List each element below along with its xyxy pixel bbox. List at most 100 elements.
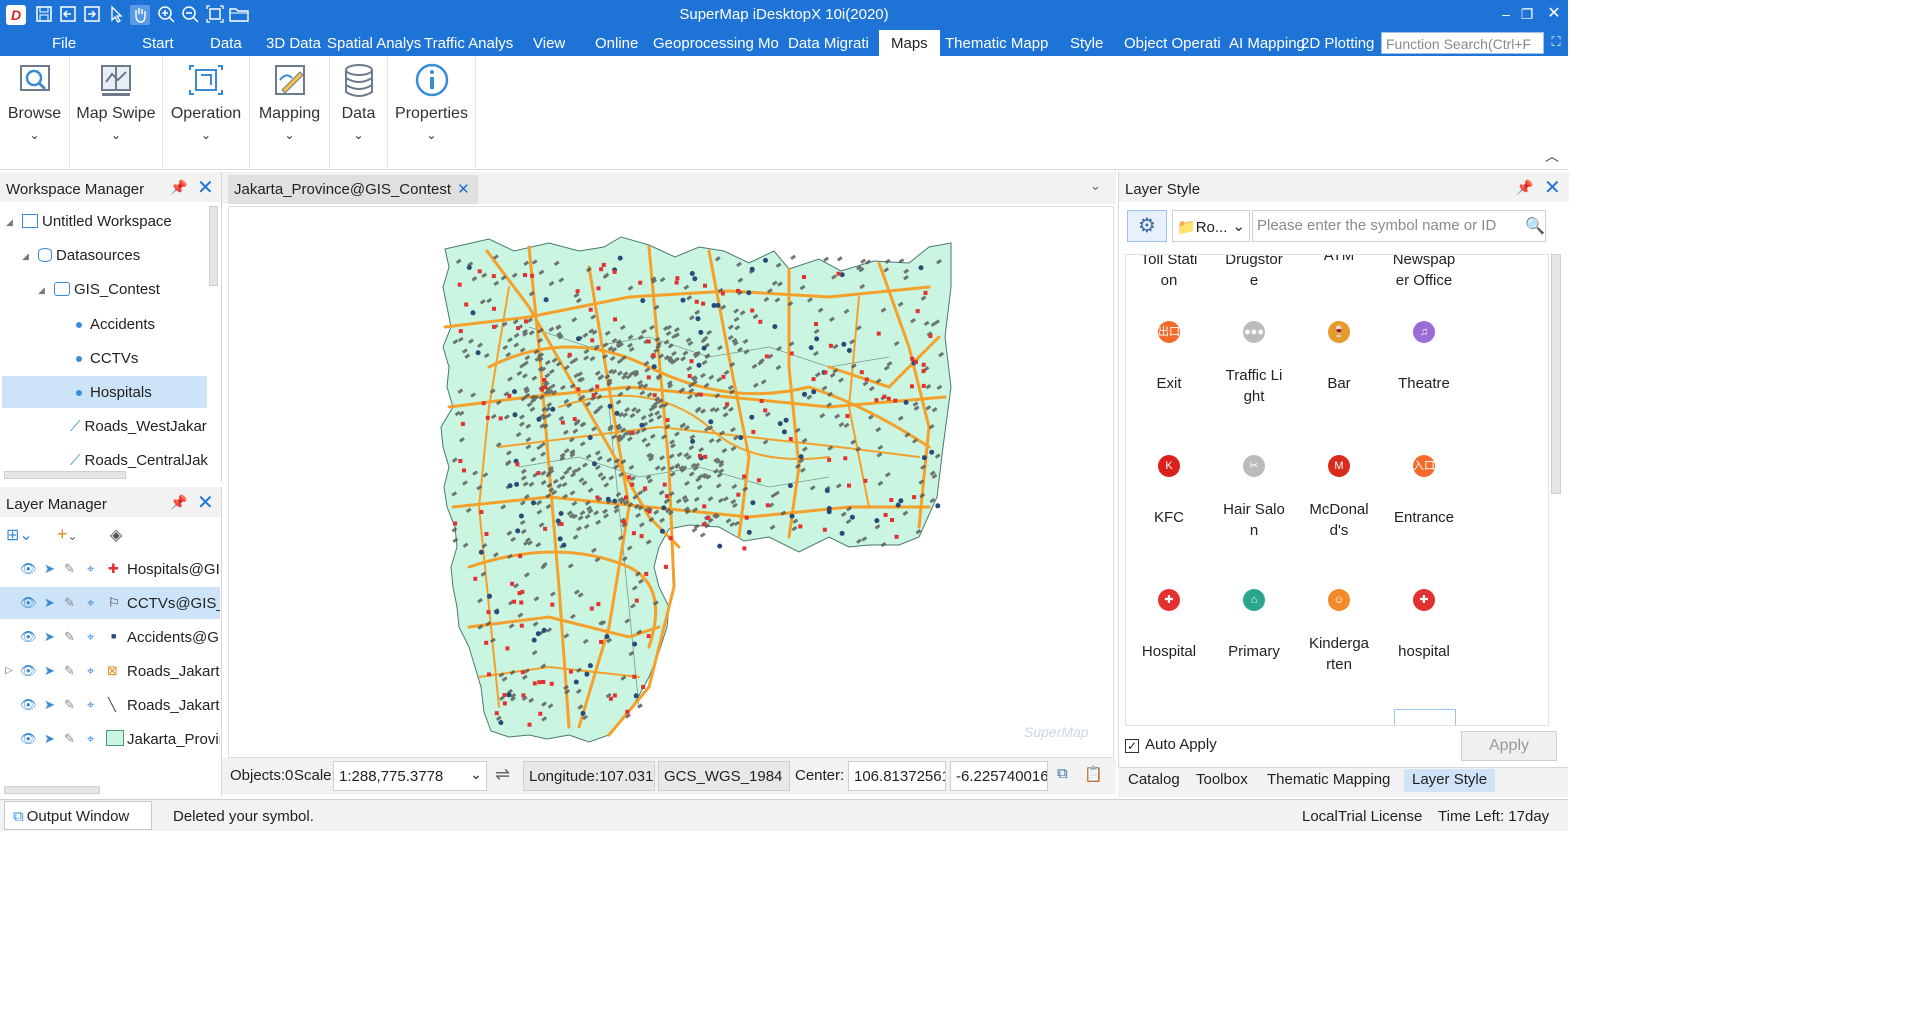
symbol-label[interactable]: ATM (1296, 255, 1382, 266)
visible-eye-icon[interactable]: 👁 (20, 561, 37, 577)
expand-arrow-icon[interactable]: ▷ (5, 665, 13, 676)
restore-icon[interactable]: ❐ (1516, 4, 1538, 24)
menu-style[interactable]: Style (1070, 35, 1103, 52)
editable-icon[interactable]: ✎ (64, 663, 75, 679)
symbol-icon[interactable]: ✚ (1158, 589, 1180, 611)
symbol-label[interactable]: Primary (1211, 641, 1297, 662)
symbol-icon[interactable]: 入口 (1413, 455, 1435, 477)
close-window-icon[interactable]: ✕ (1543, 4, 1565, 24)
swap-icon[interactable]: ⇌ (495, 764, 510, 785)
mapping-button[interactable]: Mapping ⌄ (250, 56, 330, 168)
tree-item-datasource[interactable]: GIS_Contest (54, 281, 160, 298)
layer-row[interactable]: 👁 ➤ ✎ ⌖ Jakarta_Provin (0, 723, 220, 755)
symbol-icon[interactable]: 🍷 (1328, 321, 1350, 343)
snap-icon[interactable]: ⌖ (87, 595, 94, 611)
snap-icon[interactable]: ⌖ (87, 663, 94, 679)
map-swipe-button[interactable]: Map Swipe ⌄ (70, 56, 163, 168)
tab-catalog[interactable]: Catalog (1128, 771, 1180, 788)
close-icon[interactable]: ✕ (197, 493, 214, 513)
symbol-label[interactable]: Toll Stati on (1126, 255, 1212, 291)
tree-item-dataset[interactable]: Accidents (76, 316, 155, 333)
symbol-icon[interactable]: ●●● (1243, 321, 1265, 343)
editable-icon[interactable]: ✎ (64, 561, 75, 577)
symbol-label[interactable]: Kinderga rten (1296, 633, 1382, 675)
snap-icon[interactable]: ⌖ (87, 561, 94, 577)
layers-icon[interactable]: ◈ (110, 525, 122, 545)
symbol-icon[interactable]: ✂ (1243, 455, 1265, 477)
menu-2d-plotting[interactable]: 2D Plotting (1301, 35, 1374, 52)
vertical-scrollbar[interactable] (209, 206, 218, 286)
selectable-icon[interactable]: ➤ (44, 595, 55, 611)
symbol-icon[interactable]: 出口 (1158, 321, 1180, 343)
selectable-icon[interactable]: ➤ (44, 629, 55, 645)
tab-layer-style[interactable]: Layer Style (1404, 769, 1496, 792)
selectable-icon[interactable]: ➤ (44, 731, 55, 747)
menu-3d-data[interactable]: 3D Data (266, 35, 321, 52)
symbol-icon[interactable]: M (1328, 455, 1350, 477)
pin-icon[interactable]: 📌 (170, 179, 187, 196)
symbol-label[interactable]: Theatre (1381, 373, 1467, 394)
horizontal-scrollbar[interactable] (4, 471, 126, 479)
menu-object-operations[interactable]: Object Operati (1124, 35, 1221, 52)
visible-eye-icon[interactable]: 👁 (20, 629, 37, 645)
close-icon[interactable]: ✕ (1544, 178, 1561, 198)
symbol-label[interactable]: McDonal d's (1296, 499, 1382, 541)
editable-icon[interactable]: ✎ (64, 731, 75, 747)
menu-file[interactable]: File (52, 35, 76, 52)
symbol-icon[interactable]: ⌂ (1243, 589, 1265, 611)
symbol-search-input[interactable]: Please enter the symbol name or ID (1252, 210, 1546, 242)
add-icon[interactable]: +⌄ (57, 524, 78, 545)
copy-icon[interactable]: ⧉ (1057, 765, 1068, 782)
snap-icon[interactable]: ⌖ (87, 697, 94, 713)
symbol-label[interactable]: KFC (1126, 507, 1212, 528)
data-button[interactable]: Data ⌄ (330, 56, 388, 168)
symbol-label[interactable]: Bar (1296, 373, 1382, 394)
properties-button[interactable]: Properties ⌄ (388, 56, 476, 168)
tree-item-dataset[interactable]: ⟋ Roads_CentralJak (70, 452, 210, 469)
editable-icon[interactable]: ✎ (64, 595, 75, 611)
layer-row[interactable]: 👁 ➤ ✎ ⌖ ■ Accidents@GI (0, 621, 220, 653)
visible-eye-icon[interactable]: 👁 (20, 595, 37, 611)
auto-apply-checkbox[interactable]: ✓ Auto Apply (1125, 736, 1217, 753)
tree-item-dataset[interactable]: Hospitals (76, 384, 152, 401)
tab-dropdown-icon[interactable]: ⌄ (1090, 178, 1101, 194)
fullscreen-icon[interactable]: ⛶ (1547, 34, 1565, 52)
symbol-icon[interactable]: ☺ (1328, 589, 1350, 611)
pin-icon[interactable]: 📌 (1516, 179, 1533, 196)
menu-data[interactable]: Data (210, 35, 242, 52)
horizontal-scrollbar[interactable] (4, 786, 100, 794)
tab-toolbox[interactable]: Toolbox (1196, 771, 1248, 788)
operation-button[interactable]: Operation ⌄ (163, 56, 250, 168)
tree-item-dataset[interactable]: CCTVs (76, 350, 138, 367)
symbol-label[interactable]: Entrance (1381, 507, 1467, 528)
visible-eye-icon[interactable]: 👁 (20, 697, 37, 713)
add-layer-icon[interactable]: ⊞⌄ (6, 525, 33, 545)
symbol-label[interactable]: Hospital (1126, 641, 1212, 662)
menu-spatial-analysis[interactable]: Spatial Analys (327, 35, 421, 52)
snap-icon[interactable]: ⌖ (87, 731, 94, 747)
visible-eye-icon[interactable]: 👁 (20, 663, 37, 679)
symbol-label[interactable]: hospital (1381, 641, 1467, 662)
symbol-icon[interactable]: ✚ (1413, 589, 1435, 611)
menu-view[interactable]: View (533, 35, 565, 52)
category-select[interactable]: 📁Ro... ⌄ (1172, 210, 1250, 242)
tree-item-dataset[interactable]: ⟋ Roads_WestJakar (70, 418, 210, 435)
close-tab-icon[interactable]: ✕ (457, 181, 470, 198)
vertical-scrollbar[interactable] (1551, 254, 1561, 494)
symbol-label[interactable]: Hair Salo n (1211, 499, 1297, 541)
close-icon[interactable]: ✕ (197, 178, 214, 198)
output-window-button[interactable]: ⧉ Output Window (4, 801, 152, 830)
layer-row[interactable]: 👁 ➤ ✎ ⌖ ✚ Hospitals@GIS (0, 553, 220, 585)
layer-row[interactable]: 👁 ➤ ✎ ⌖ ⚐ CCTVs@GIS_C (0, 587, 220, 619)
symbol-label[interactable]: Exit (1126, 373, 1212, 394)
tree-item-workspace[interactable]: Untitled Workspace (22, 213, 172, 230)
menu-data-migration[interactable]: Data Migrati (788, 35, 869, 52)
minimize-icon[interactable]: – (1495, 4, 1517, 24)
pin-icon[interactable]: 📌 (170, 494, 187, 511)
layer-row[interactable]: 👁 ➤ ✎ ⌖ ╲ Roads_Jakarta (0, 689, 220, 721)
jakarta-map[interactable]: SuperMap (229, 207, 1113, 757)
search-icon[interactable]: 🔍 (1525, 216, 1545, 236)
menu-geoprocessing[interactable]: Geoprocessing Mo (653, 35, 779, 52)
layer-row[interactable]: ▷ 👁 ➤ ✎ ⌖ ⊠ Roads_Jakarta (0, 655, 220, 687)
selectable-icon[interactable]: ➤ (44, 697, 55, 713)
